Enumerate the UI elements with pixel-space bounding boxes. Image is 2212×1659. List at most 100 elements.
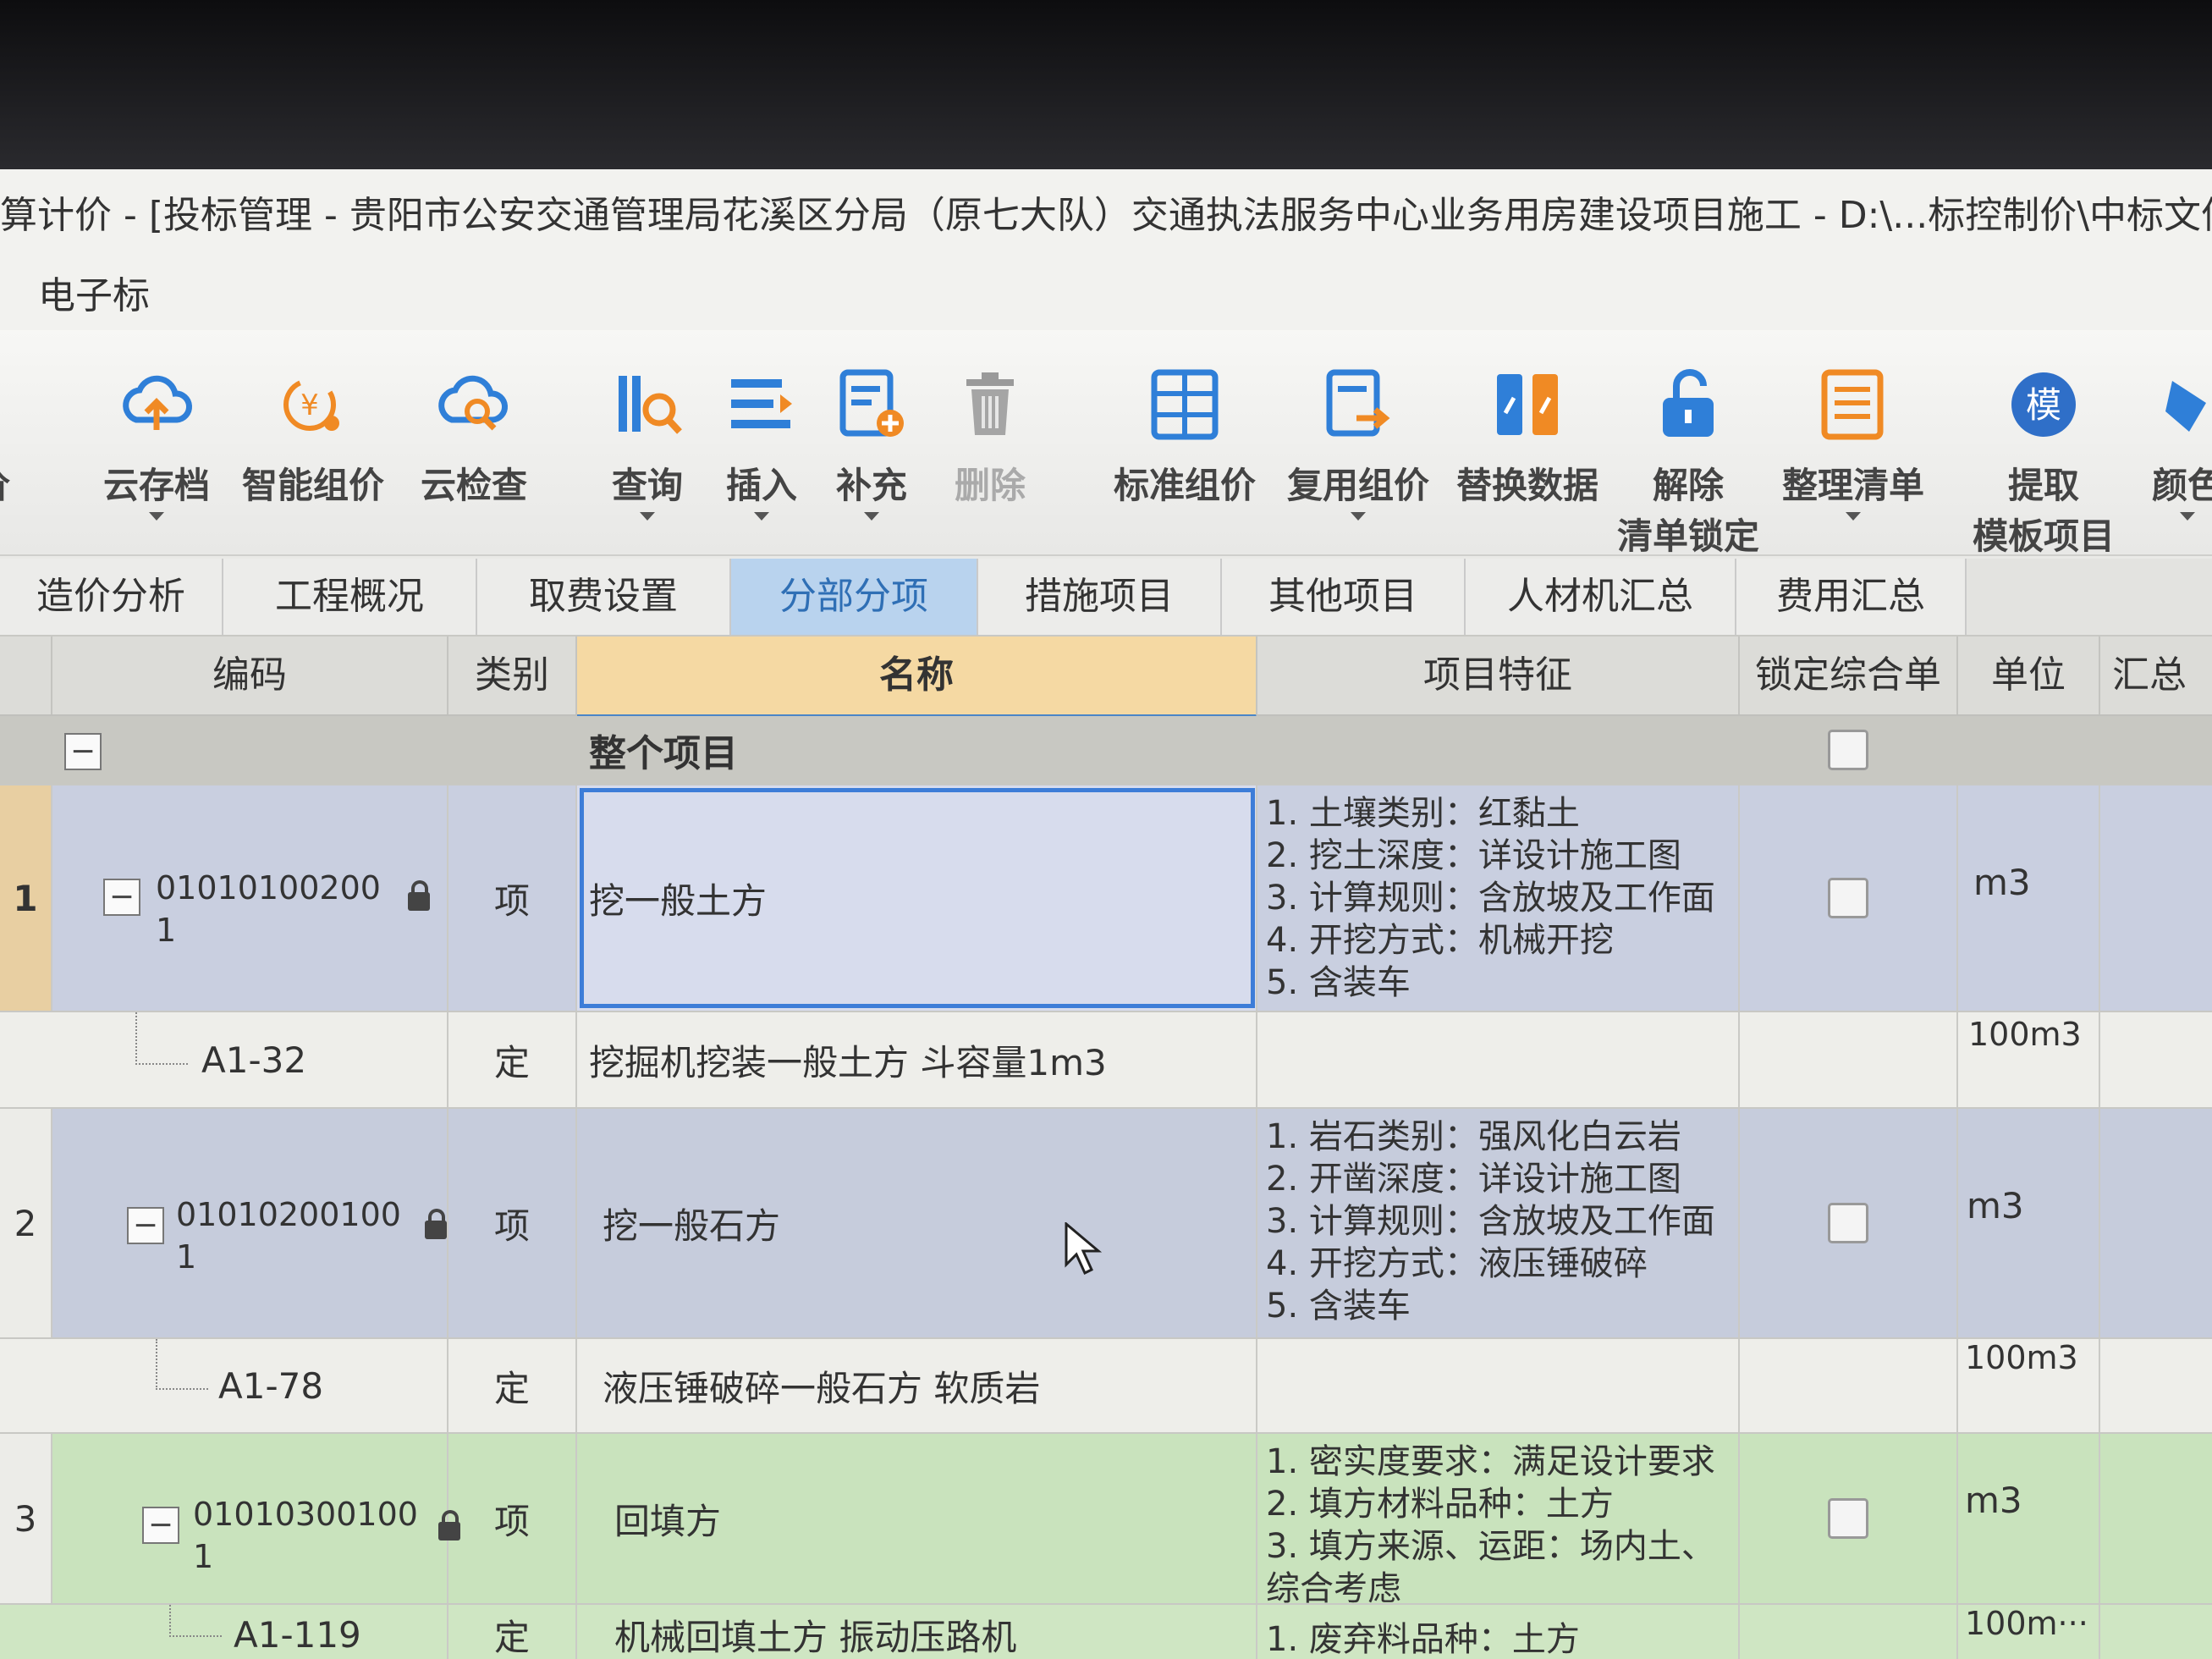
lock-price-checkbox[interactable]	[1828, 1203, 1868, 1243]
organize-list-button[interactable]: 整理清单	[1764, 330, 1942, 554]
unlock-label-line2: 清单锁定	[1616, 515, 1759, 557]
color-button[interactable]: 颜色	[2137, 330, 2212, 554]
lock-cell	[1740, 785, 1958, 1011]
sub-name-cell[interactable]: 机械回填土方 振动压路机	[577, 1605, 1257, 1659]
tab-other-items[interactable]: 其他项目	[1222, 559, 1466, 635]
table-row-root[interactable]: − 整个项目	[0, 716, 2212, 785]
cloud-check-label: 云检查	[420, 465, 527, 506]
collapse-icon[interactable]: −	[103, 879, 140, 916]
feature-line: 1. 密实度要求：满足设计要求	[1266, 1442, 1715, 1481]
code-line2: 1	[176, 1238, 197, 1276]
sub-type-cell: 定	[448, 1339, 577, 1432]
name-cell[interactable]: 回填方	[577, 1434, 1257, 1603]
extract-template-button[interactable]: 模 提取 模板项目	[1955, 330, 2132, 557]
collapse-icon[interactable]: −	[64, 733, 102, 770]
replace-data-button[interactable]: 替换数据	[1443, 330, 1612, 554]
color-label: 颜色	[2151, 465, 2212, 506]
name-cell[interactable]: 挖一般石方	[577, 1109, 1257, 1337]
lock-price-checkbox[interactable]	[1828, 1498, 1868, 1539]
sub-feature-cell	[1257, 1339, 1740, 1432]
chevron-down-icon[interactable]	[1846, 512, 1861, 521]
sub-lock-cell	[1740, 1605, 1958, 1659]
table-row[interactable]: 1 − 01010100200 1 项 挖一般土方 1. 土壤类别：红黏土 2.…	[0, 785, 2212, 1012]
supplement-icon	[839, 369, 904, 437]
unlock-list-button[interactable]: 解除 清单锁定	[1604, 330, 1773, 557]
lock-cell	[1740, 1109, 1958, 1337]
tab-measure-items[interactable]: 措施项目	[978, 559, 1222, 635]
ribbon-toolbar: 价 云存档 ¥ 智能组价 云检查	[0, 330, 2212, 557]
header-unit[interactable]: 单位	[1958, 637, 2100, 714]
lock-icon	[408, 880, 430, 911]
insert-button[interactable]: 插入	[707, 330, 817, 554]
tab-fee-settings[interactable]: 取费设置	[477, 559, 731, 635]
menu-item-electronic-bid[interactable]: 电子标	[38, 274, 150, 317]
sub-feature-cell: 1. 废弃料品种：土方	[1257, 1605, 1740, 1659]
smart-pricing-label: 智能组价	[241, 465, 384, 506]
lock-price-checkbox[interactable]	[1828, 878, 1868, 918]
feature-line: 1. 废弃料品种：土方	[1266, 1620, 1580, 1659]
tab-labor-material-summary[interactable]: 人材机汇总	[1466, 559, 1736, 635]
tab-cost-summary[interactable]: 费用汇总	[1736, 559, 1967, 635]
organize-list-icon	[1821, 369, 1884, 440]
table-row[interactable]: 2 − 01010200100 1 项 挖一般石方 1. 岩石类别：强风化白云岩…	[0, 1109, 2212, 1339]
tab-project-overview[interactable]: 工程概况	[223, 559, 477, 635]
reuse-pricing-label: 复用组价	[1286, 465, 1429, 506]
header-lock-price[interactable]: 锁定综合单价	[1740, 637, 1958, 774]
toolbar-partial-button[interactable]: 价	[0, 330, 51, 554]
row-index: 3	[0, 1434, 52, 1603]
row-index: 2	[0, 1109, 52, 1337]
standard-pricing-button[interactable]: 标准组价	[1100, 330, 1269, 554]
cloud-upload-icon	[123, 375, 193, 430]
cloud-check-button[interactable]: 云检查	[406, 330, 542, 554]
chevron-down-icon[interactable]	[640, 512, 655, 521]
chevron-down-icon[interactable]	[149, 512, 164, 521]
header-feature[interactable]: 项目特征	[1257, 637, 1740, 714]
query-button[interactable]: 查询	[592, 330, 702, 554]
sub-name-cell[interactable]: 挖掘机挖装一般土方 斗容量1m3	[577, 1012, 1257, 1107]
feature-line: 4. 开挖方式：机械开挖	[1266, 921, 1614, 960]
insert-label: 插入	[725, 465, 797, 506]
unlock-icon	[1663, 369, 1714, 437]
feature-cell: 1. 密实度要求：满足设计要求 2. 填方材料品种：土方 3. 填方来源、运距：…	[1257, 1434, 1740, 1608]
sub-unit-cell: 100m···	[1958, 1605, 2100, 1659]
code-line1: 01010100200	[156, 869, 381, 907]
table-row-sub[interactable]: A1-119 定 机械回填土方 振动压路机 1. 废弃料品种：土方 100m··…	[0, 1605, 2212, 1659]
smart-pricing-button[interactable]: ¥ 智能组价	[228, 330, 398, 554]
root-lock-cell	[1740, 716, 1956, 784]
chevron-down-icon[interactable]	[754, 512, 769, 521]
table-row[interactable]: 3 − 01010300100 1 项 回填方 1. 密实度要求：满足设计要求 …	[0, 1434, 2212, 1608]
type-cell: 项	[448, 1109, 577, 1337]
chevron-down-icon[interactable]	[2180, 512, 2195, 521]
collapse-icon[interactable]: −	[127, 1207, 164, 1244]
header-total[interactable]: 汇总	[2100, 637, 2212, 714]
table-row-sub[interactable]: A1-32 定 挖掘机挖装一般土方 斗容量1m3 100m3	[0, 1012, 2212, 1109]
menu-bar: 电子标	[0, 262, 2212, 330]
root-name: 整个项目	[589, 732, 738, 775]
row-index: 1	[0, 785, 52, 1011]
feature-line: 5. 含装车	[1266, 963, 1411, 1002]
header-type[interactable]: 类别	[448, 637, 577, 714]
cloud-save-button[interactable]: 云存档	[93, 330, 220, 554]
svg-text:模: 模	[2026, 384, 2061, 426]
trash-icon	[966, 372, 1014, 435]
table-row-sub[interactable]: A1-78 定 液压锤破碎一般石方 软质岩 100m3	[0, 1339, 2212, 1434]
unit-cell: m3	[1958, 1434, 2100, 1603]
code-cell: − 01010200100 1	[52, 1109, 448, 1337]
chevron-down-icon[interactable]	[864, 512, 879, 521]
name-cell[interactable]: 挖一般土方	[577, 785, 1257, 1011]
header-name[interactable]: 名称	[577, 637, 1257, 719]
query-icon	[619, 376, 682, 434]
lock-price-checkbox[interactable]	[1828, 730, 1868, 770]
delete-button[interactable]: 删除	[935, 330, 1045, 554]
feature-line: 1. 岩石类别：强风化白云岩	[1266, 1117, 1681, 1156]
reuse-pricing-button[interactable]: 复用组价	[1274, 330, 1443, 554]
collapse-icon[interactable]: −	[142, 1507, 179, 1544]
sub-lock-cell	[1740, 1012, 1958, 1107]
tab-cost-analysis[interactable]: 造价分析	[0, 559, 223, 635]
supplement-button[interactable]: 补充	[817, 330, 927, 554]
chevron-down-icon[interactable]	[1351, 512, 1366, 521]
tab-sub-items[interactable]: 分部分项	[731, 559, 978, 635]
sub-name-cell[interactable]: 液压锤破碎一般石方 软质岩	[577, 1339, 1257, 1432]
header-code[interactable]: 编码	[52, 637, 448, 714]
header-index	[0, 637, 52, 714]
